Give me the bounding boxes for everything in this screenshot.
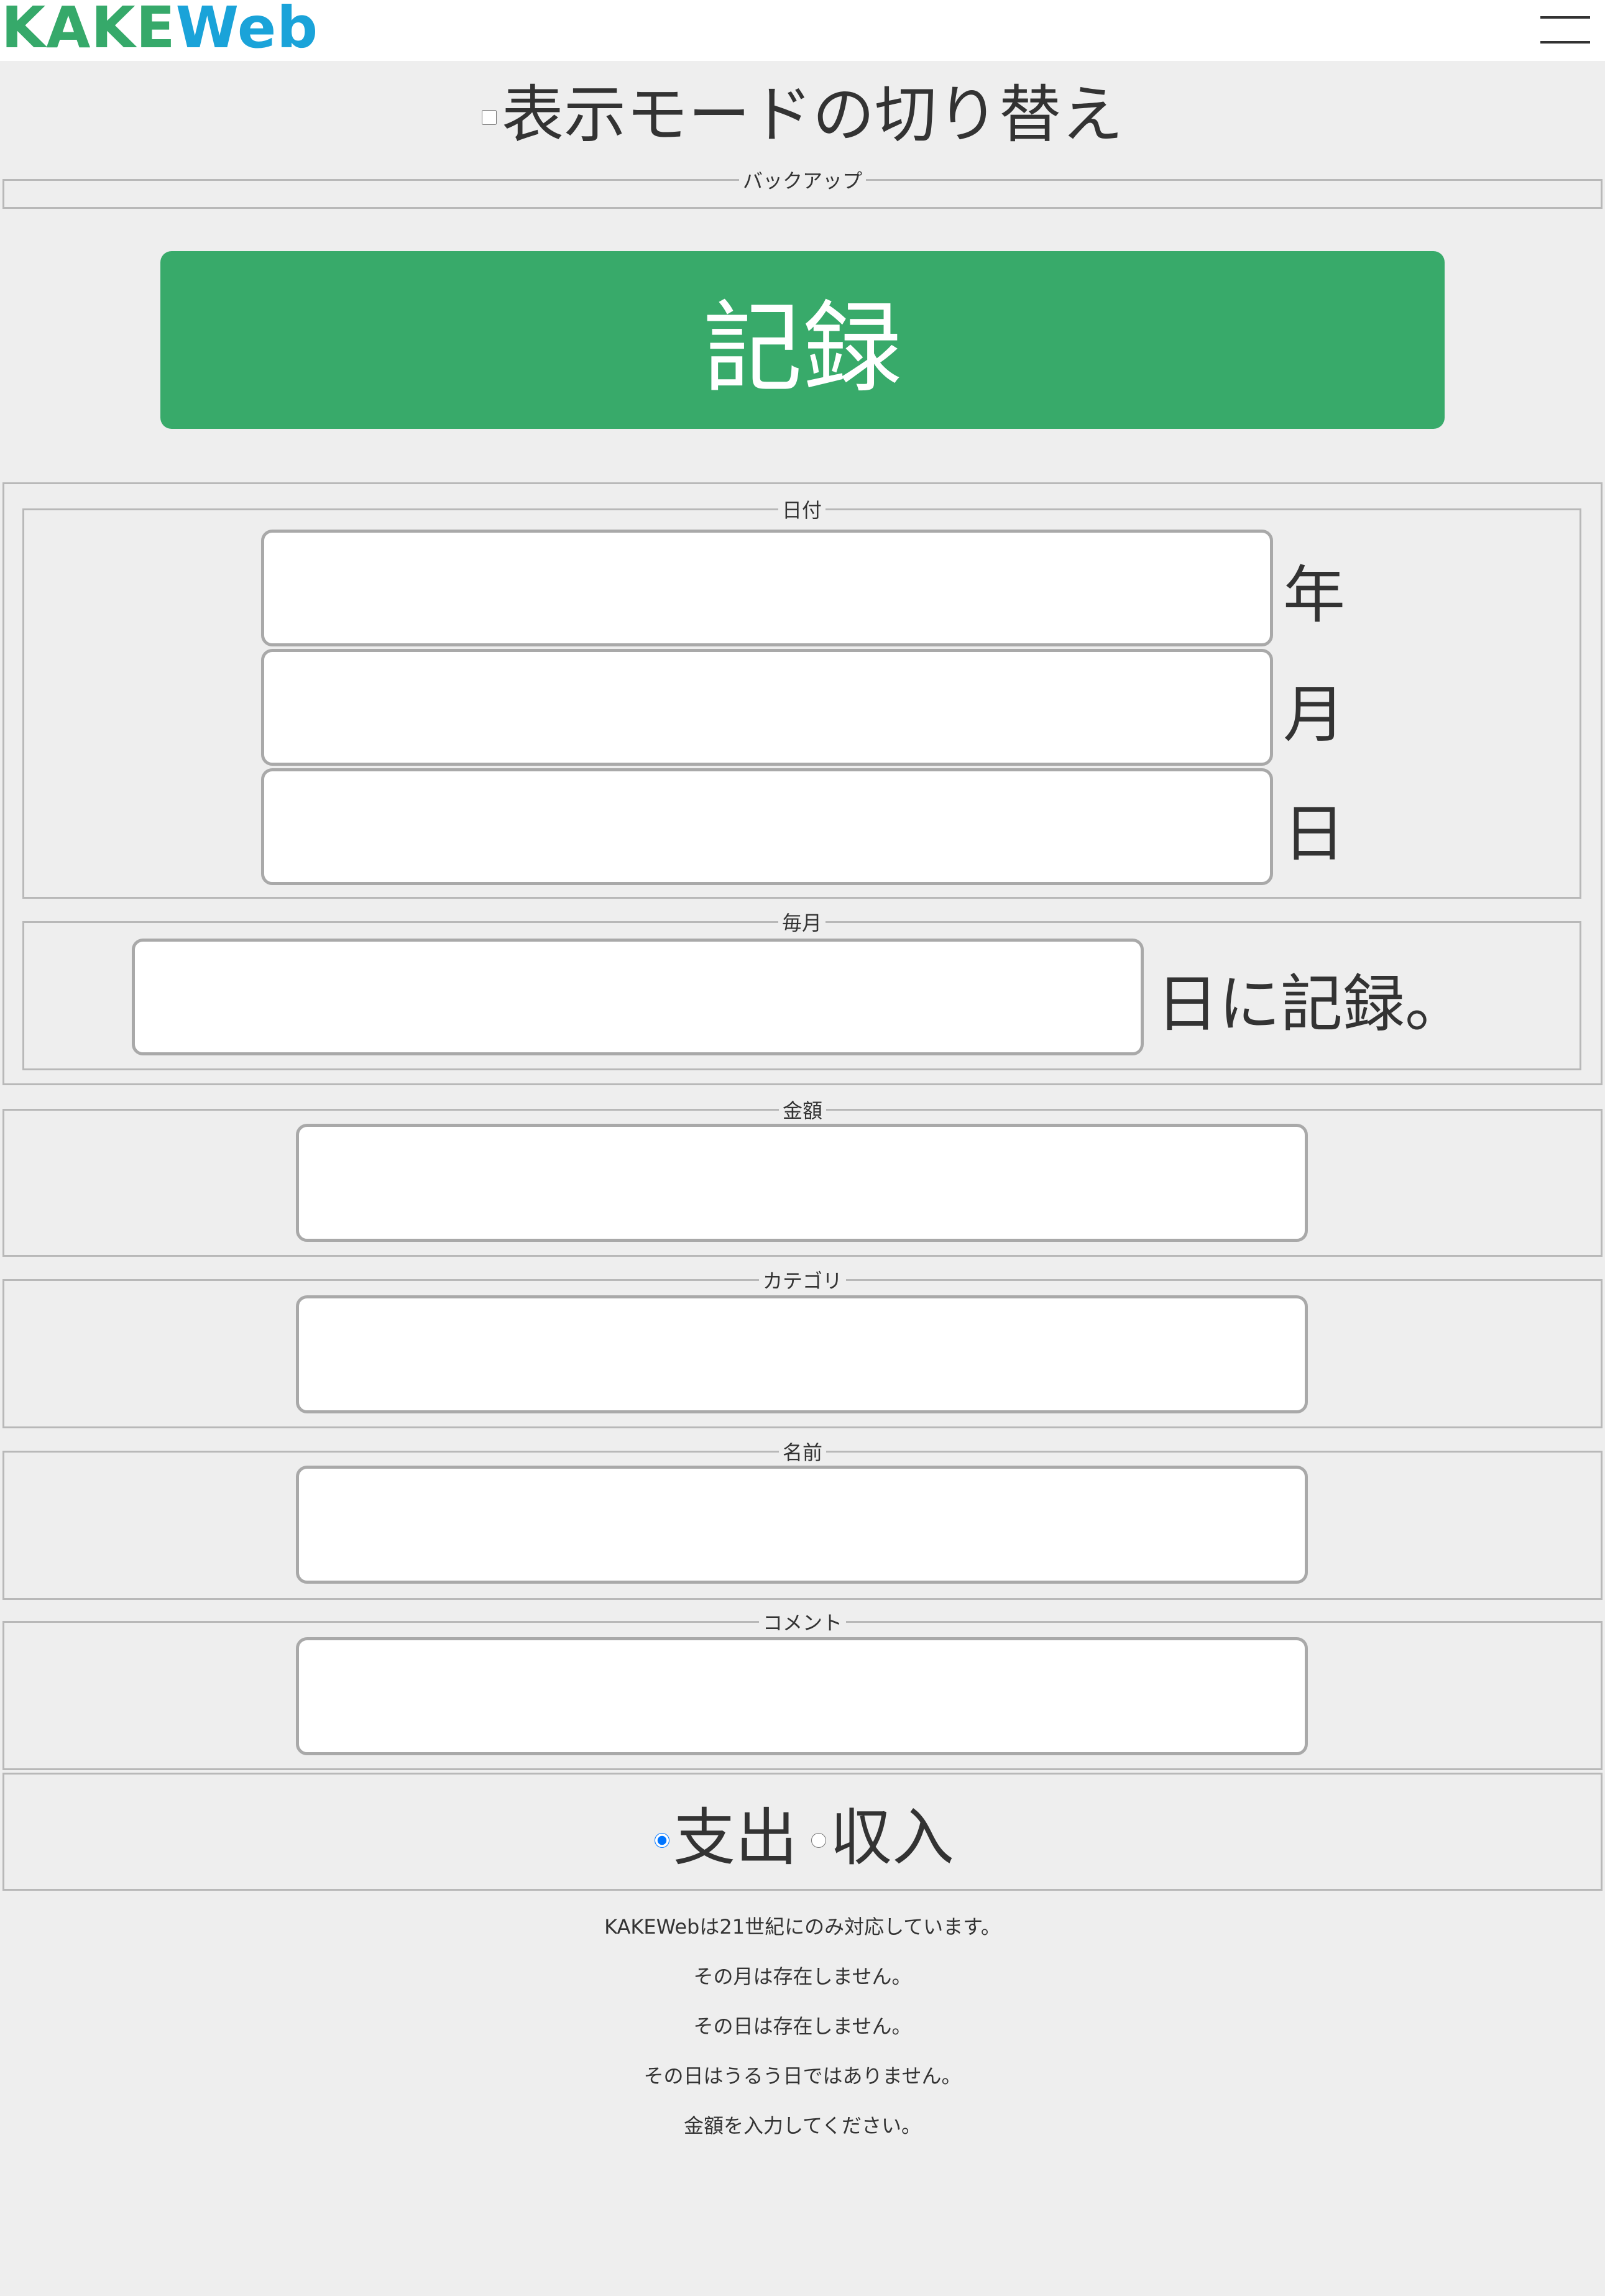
month-suffix: 月 [1283,678,1345,751]
backup-fieldset: バックアップ [2,165,1603,209]
amount-input[interactable] [296,1124,1308,1242]
name-legend: 名前 [782,1441,822,1464]
comment-input[interactable] [296,1637,1308,1755]
expense-radio[interactable] [655,1833,669,1848]
hamburger-line [1540,41,1590,44]
category-legend: カテゴリ [762,1269,842,1293]
income-label[interactable]: 収入 [830,1787,954,1877]
record-button[interactable]: 記録 [160,251,1445,429]
type-radio-group: 支出 収入 [0,1773,1605,1891]
message-day-invalid: その日は存在しません。 [693,2014,912,2038]
display-mode-toggle: 表示モードの切り替え [0,68,1605,151]
validation-messages: KAKEWebは21世紀にのみ対応しています。 その月は存在しません。 その日は… [0,1908,1605,2157]
message-century: KAKEWebは21世紀にのみ対応しています。 [604,1915,1001,1939]
backup-legend: バックアップ [742,169,862,193]
monthly-suffix: 日に記録。 [1156,968,1467,1040]
date-legend: 日付 [781,498,822,522]
monthly-day-input[interactable] [132,939,1144,1055]
day-input[interactable] [261,768,1273,885]
amount-legend: 金額 [782,1099,822,1123]
header: KAKEWeb [0,0,1605,61]
display-mode-label[interactable]: 表示モードの切り替え [502,64,1123,154]
logo-part-web: Web [175,0,319,61]
display-mode-checkbox[interactable] [482,110,497,125]
day-suffix: 日 [1283,797,1345,870]
hamburger-menu-icon[interactable] [1540,16,1590,45]
message-amount-required: 金額を入力してください。 [683,2114,922,2138]
hamburger-line [1540,16,1590,19]
income-radio[interactable] [811,1833,826,1848]
year-input[interactable] [261,530,1273,646]
year-suffix: 年 [1283,559,1345,631]
message-leap-day: その日はうるう日ではありません。 [643,2064,962,2088]
monthly-legend: 毎月 [781,911,822,935]
app-logo[interactable]: KAKEWeb [1,0,318,59]
month-input[interactable] [261,649,1273,766]
comment-legend: コメント [762,1611,842,1635]
name-input[interactable] [296,1466,1308,1584]
logo-part-kake: KAKE [1,0,176,61]
message-month-invalid: その月は存在しません。 [693,1965,912,1988]
expense-label[interactable]: 支出 [673,1787,798,1877]
category-input[interactable] [296,1295,1308,1413]
